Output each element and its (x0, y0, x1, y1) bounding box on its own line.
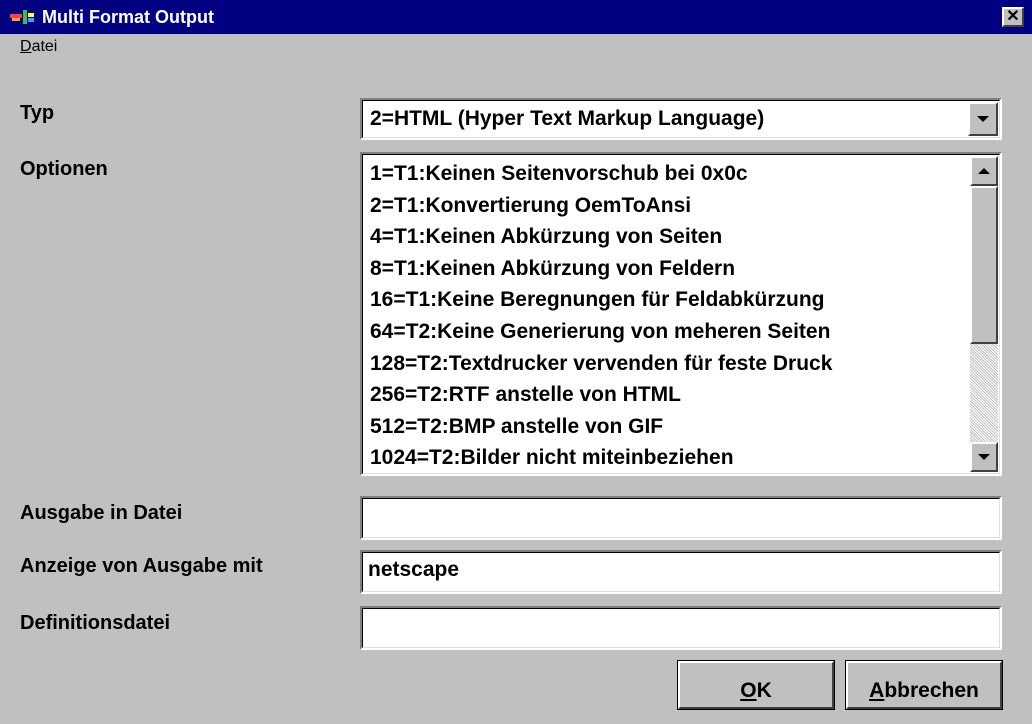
list-item[interactable]: 128=T2:Textdrucker vervenden für feste D… (370, 348, 970, 380)
title-bar: Multi Format Output ✕ (0, 0, 1032, 34)
typ-label: Typ (20, 102, 55, 124)
definitions-input[interactable] (360, 606, 1002, 650)
cancel-button[interactable]: Abbrechen (845, 660, 1003, 710)
chevron-down-icon (977, 116, 989, 122)
scroll-down-button[interactable] (970, 442, 998, 472)
scroll-up-icon (978, 168, 990, 174)
list-item[interactable]: 64=T2:Keine Generierung von meheren Seit… (370, 316, 970, 348)
list-item[interactable]: 256=T2:RTF anstelle von HTML (370, 379, 970, 411)
ausgabe-label: Ausgabe in Datei (20, 502, 183, 524)
optionen-label: Optionen (20, 158, 108, 180)
typ-selected-value: 2=HTML (Hyper Text Markup Language) (370, 107, 765, 130)
list-item[interactable]: 1=T1:Keinen Seitenvorschub bei 0x0c (370, 158, 970, 190)
optionen-list: 1=T1:Keinen Seitenvorschub bei 0x0c 2=T1:… (370, 158, 970, 474)
anzeige-input[interactable]: netscape (360, 550, 1002, 594)
scroll-down-icon (978, 454, 990, 460)
ok-mnemonic: O (740, 679, 757, 702)
menu-datei-mnemonic: D (20, 38, 32, 55)
menu-bar: Datei (0, 34, 1032, 62)
ausgabe-input[interactable] (360, 496, 1002, 540)
typ-dropdown-button[interactable] (968, 102, 998, 136)
list-item[interactable]: 16=T1:Keine Beregnungen für Feldabkürzun… (370, 284, 970, 316)
optionen-listbox[interactable]: 1=T1:Keinen Seitenvorschub bei 0x0c 2=T1:… (360, 152, 1002, 476)
scroll-thumb[interactable] (970, 186, 998, 344)
ok-button[interactable]: OK (677, 660, 835, 710)
window-title: Multi Format Output (42, 7, 214, 27)
close-icon: ✕ (1006, 8, 1020, 25)
optionen-scrollbar[interactable] (970, 156, 998, 472)
list-item[interactable]: 512=T2:BMP anstelle von GIF (370, 411, 970, 443)
cancel-label: bbrechen (884, 679, 979, 702)
cancel-mnemonic: A (869, 679, 885, 702)
menu-datei[interactable]: Datei (20, 38, 57, 56)
ok-label: K (756, 679, 772, 702)
list-item[interactable]: 8=T1:Keinen Abkürzung von Feldern (370, 253, 970, 285)
anzeige-label: Anzeige von Ausgabe mit (20, 555, 263, 577)
app-icon (10, 10, 34, 24)
definitions-label: Definitionsdatei (20, 612, 171, 634)
menu-datei-label: atei (31, 38, 58, 55)
list-item[interactable]: 1024=T2:Bilder nicht miteinbeziehen (370, 442, 970, 474)
close-button[interactable]: ✕ (1002, 7, 1024, 27)
typ-combobox[interactable]: 2=HTML (Hyper Text Markup Language) (360, 98, 1002, 140)
anzeige-value: netscape (368, 558, 460, 581)
list-item[interactable]: 2=T1:Konvertierung OemToAnsi (370, 190, 970, 222)
list-item[interactable]: 4=T1:Keinen Abkürzung von Seiten (370, 221, 970, 253)
scroll-up-button[interactable] (970, 156, 998, 186)
